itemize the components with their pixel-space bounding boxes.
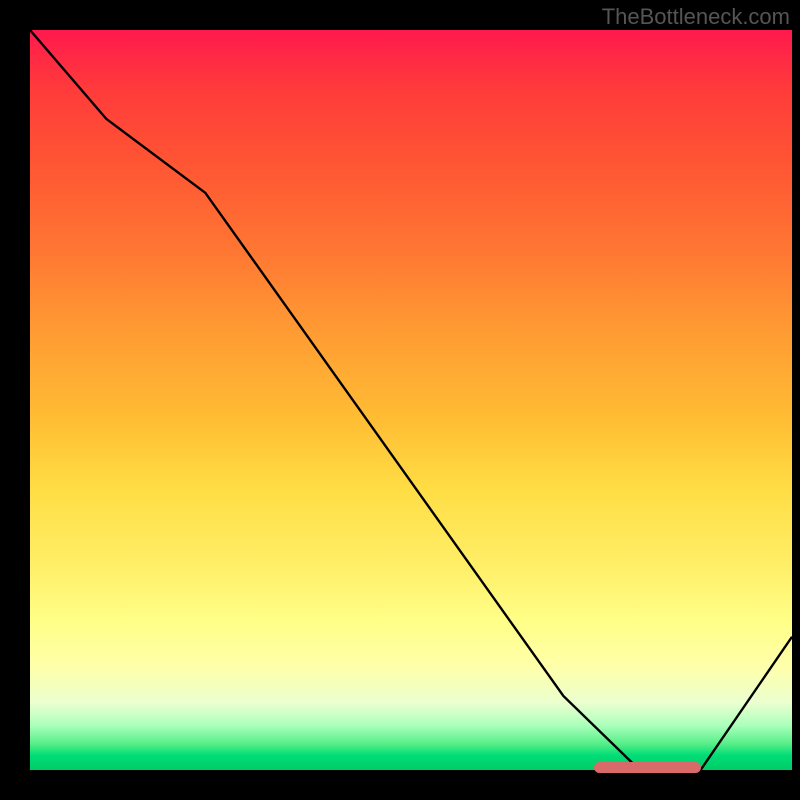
watermark-label: TheBottleneck.com bbox=[602, 4, 790, 30]
bottleneck-curve bbox=[30, 30, 792, 770]
chart-container: TheBottleneck.com bbox=[0, 0, 800, 800]
optimal-range-marker bbox=[594, 762, 701, 773]
